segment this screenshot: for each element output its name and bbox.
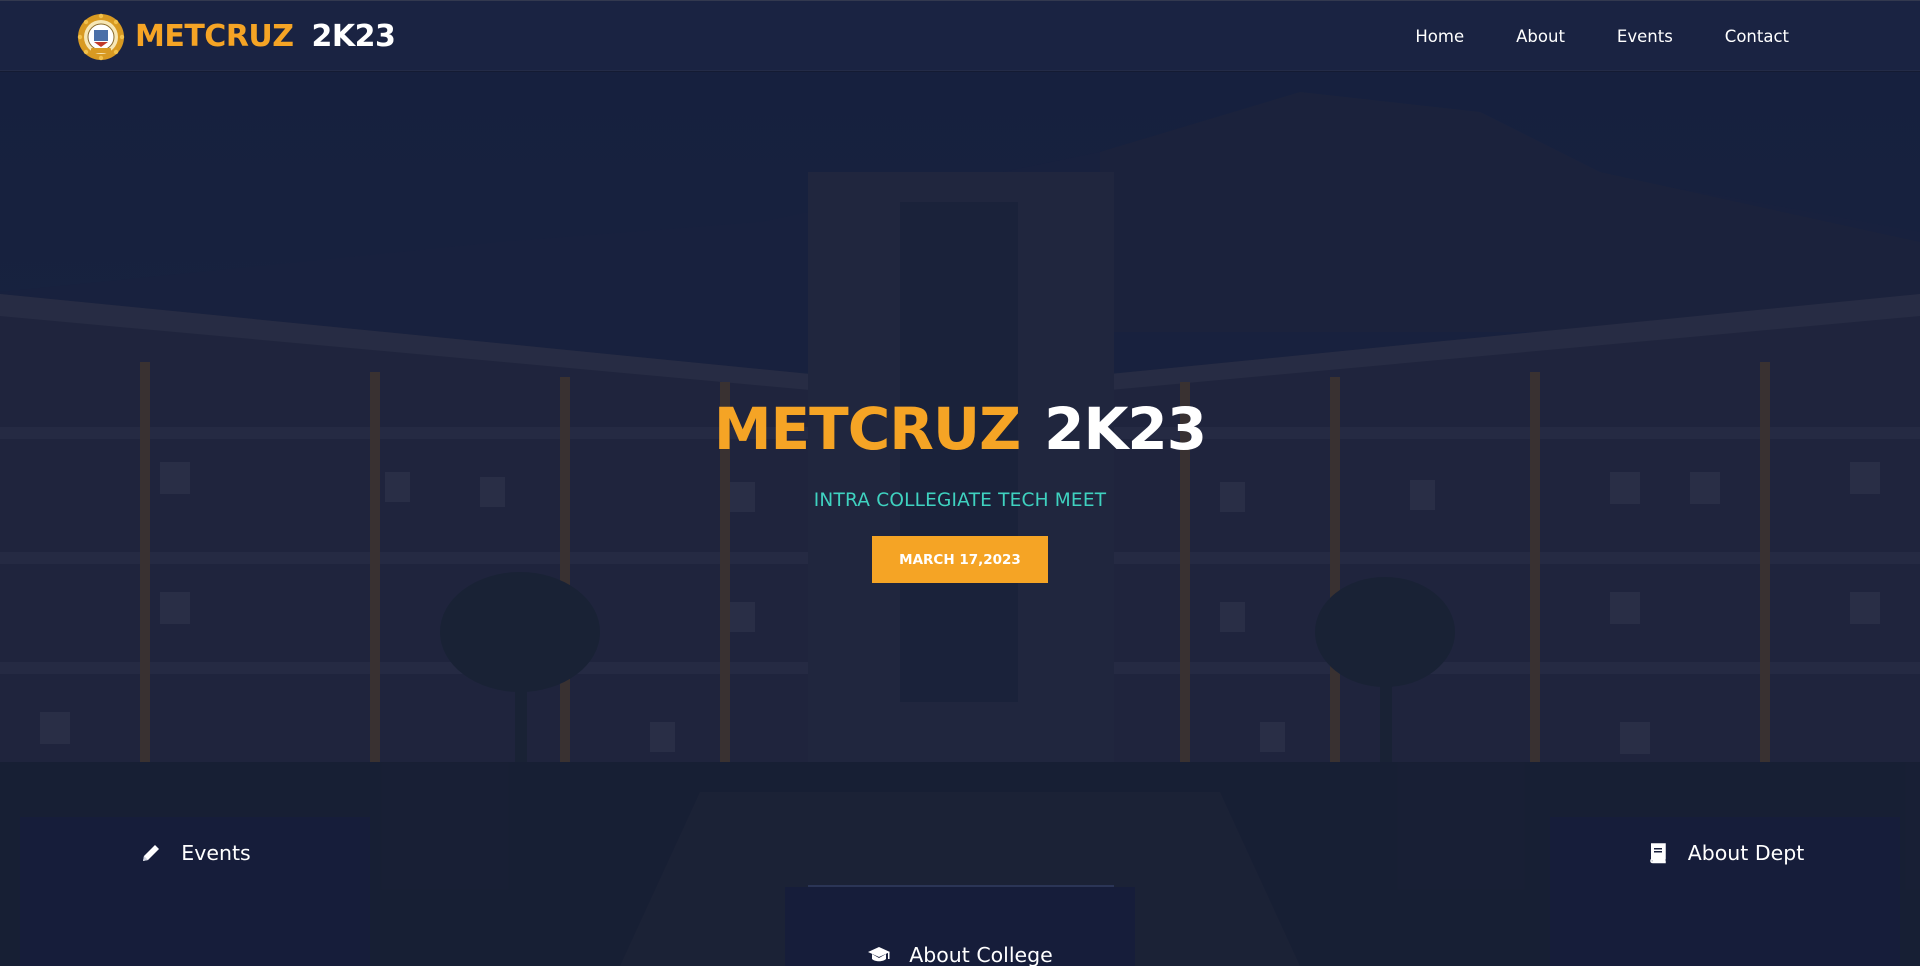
feature-label-events: Events [181, 841, 251, 865]
feature-card-about-dept[interactable]: About Dept [1550, 817, 1900, 966]
top-navbar: METCRUZ 2K23 Home About Events Contact [0, 0, 1920, 71]
hero-title-primary: METCRUZ [713, 395, 1021, 463]
brand[interactable]: METCRUZ 2K23 [77, 13, 396, 61]
nav-home[interactable]: Home [1415, 27, 1464, 46]
nav-about[interactable]: About [1516, 27, 1565, 46]
main-nav: Home About Events Contact [1415, 1, 1789, 72]
event-date-button[interactable]: MARCH 17,2023 [872, 536, 1048, 583]
book-icon [1649, 843, 1666, 864]
pencil-icon [143, 845, 160, 861]
feature-card-about-college[interactable]: About College [785, 887, 1135, 966]
feature-card-events[interactable]: Events [20, 817, 370, 966]
hero-title: METCRUZ 2K23 [0, 394, 1920, 464]
hero-subtitle: INTRA COLLEGIATE TECH MEET [813, 490, 1107, 511]
nav-events[interactable]: Events [1617, 27, 1673, 46]
graduation-cap-icon [868, 947, 891, 962]
feature-label-about-college: About College [909, 943, 1053, 966]
brand-secondary-text: 2K23 [311, 19, 396, 54]
college-emblem-icon [77, 13, 125, 61]
hero-title-secondary: 2K23 [1044, 395, 1207, 463]
feature-label-about-dept: About Dept [1687, 841, 1805, 865]
brand-primary-text: METCRUZ [135, 19, 294, 54]
nav-contact[interactable]: Contact [1725, 27, 1789, 46]
